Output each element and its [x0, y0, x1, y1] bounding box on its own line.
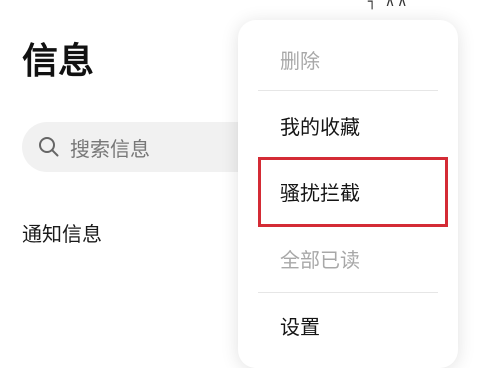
menu-item-mark-all-read: 全部已读 [280, 248, 360, 272]
menu-divider [258, 292, 438, 293]
search-icon [38, 136, 60, 158]
menu-item-delete: 删除 [280, 49, 320, 73]
search-placeholder: 搜索信息 [70, 136, 150, 161]
menu-item-favorites[interactable]: 我的收藏 [280, 117, 360, 137]
highlight-annotation-box [258, 157, 448, 227]
menu-item-settings[interactable]: 设置 [280, 317, 320, 337]
notification-messages-label[interactable]: 通知信息 [22, 218, 102, 247]
page-title: 信息 [22, 41, 95, 82]
menu-divider [258, 90, 438, 91]
status-bar-fragment: ┐ ∧∧ [368, 0, 410, 10]
